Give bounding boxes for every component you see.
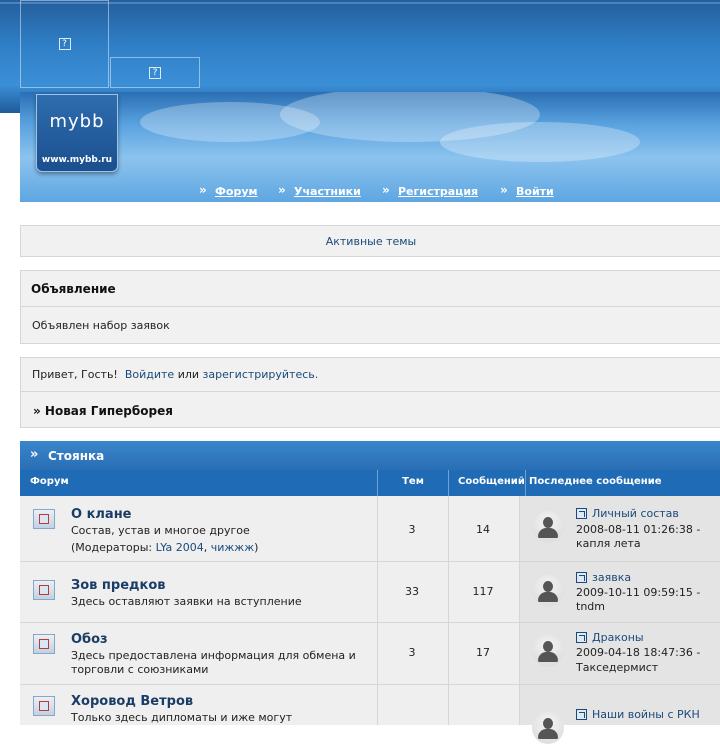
forum-moderators: (Модераторы: LYa 2004, чижжж) xyxy=(71,541,259,554)
goto-post-icon[interactable] xyxy=(576,632,587,643)
broken-image-placeholder: ? xyxy=(20,0,109,88)
login-link[interactable]: Войдите xyxy=(125,368,174,381)
greeting-text: Привет, Гость! xyxy=(32,368,118,381)
double-chevron-icon: » xyxy=(278,183,286,197)
divider xyxy=(21,391,720,392)
logo-text: mybb xyxy=(49,111,105,132)
last-post-link[interactable]: Наши войны с РКН xyxy=(592,708,700,721)
double-chevron-icon: » xyxy=(30,447,39,462)
forum-link[interactable]: Зов предков xyxy=(71,578,166,593)
post-count: 14 xyxy=(476,523,490,536)
breadcrumb[interactable]: » Новая Гиперборея xyxy=(33,404,173,418)
forum-table-header: Форум Тем Сообщений Последнее сообщение xyxy=(20,470,720,496)
active-topics-bar: Активные темы xyxy=(20,225,720,257)
goto-post-icon[interactable] xyxy=(576,709,587,720)
last-post-link[interactable]: Личный состав xyxy=(592,507,679,520)
topic-count: 33 xyxy=(405,585,419,598)
announcement-box: Объявление Объявлен набор заявок xyxy=(20,270,720,344)
broken-image-icon: ? xyxy=(149,66,161,79)
nav-login-link[interactable]: Войти xyxy=(516,185,554,198)
moderators-close: ) xyxy=(254,541,259,554)
nav-forum-link[interactable]: Форум xyxy=(215,185,258,198)
last-post-author: tndm xyxy=(576,600,605,613)
cloud-decoration xyxy=(440,122,640,162)
divider xyxy=(448,685,449,725)
post-count: 117 xyxy=(472,585,494,598)
moderators-label: (Модераторы: xyxy=(71,541,153,554)
announcement-title: Объявление xyxy=(31,282,116,296)
moderator-link[interactable]: LYa 2004 xyxy=(156,541,204,554)
main-nav: » Форум » Участники » Регистрация » Войт… xyxy=(20,180,720,202)
last-post-link[interactable]: заявка xyxy=(592,571,631,584)
last-post-date: 2009-10-11 09:59:15 - xyxy=(576,586,701,599)
double-chevron-icon: » xyxy=(199,183,207,197)
broken-image-icon: ? xyxy=(58,38,71,50)
forum-status-icon xyxy=(33,634,55,654)
nav-register-link[interactable]: Регистрация xyxy=(398,185,478,198)
divider xyxy=(519,623,520,684)
broken-image-placeholder: ? xyxy=(110,57,200,88)
divider xyxy=(519,685,520,725)
goto-post-icon[interactable] xyxy=(576,508,587,519)
forum-description: Здесь предоставлена информация для обмен… xyxy=(71,649,356,662)
last-post-link[interactable]: Драконы xyxy=(592,631,644,644)
moderator-link[interactable]: чижжж xyxy=(211,541,254,554)
divider xyxy=(377,685,378,725)
post-count: 17 xyxy=(476,646,490,659)
last-post-author: капля лета xyxy=(576,537,641,550)
last-post-author: Такседермист xyxy=(576,661,659,674)
logo-url: www.mybb.ru xyxy=(41,155,113,165)
or-text: или xyxy=(177,368,200,381)
site-logo[interactable]: mybb www.mybb.ru xyxy=(36,94,118,172)
topic-count: 3 xyxy=(408,646,416,659)
user-avatar-icon xyxy=(532,712,564,744)
topic-count: 3 xyxy=(408,523,416,536)
category-title: Стоянка xyxy=(48,449,105,463)
active-topics-link[interactable]: Активные темы xyxy=(21,235,720,248)
double-chevron-icon: » xyxy=(382,183,390,197)
forum-description: Здесь оставляют заявки на вступление xyxy=(71,595,302,608)
forum-link[interactable]: Обоз xyxy=(71,632,108,647)
forum-status-icon xyxy=(33,580,55,600)
forum-status-icon xyxy=(33,509,55,529)
double-chevron-icon: » xyxy=(500,183,508,197)
nav-members-link[interactable]: Участники xyxy=(294,185,361,198)
forum-description: торговли с союзниками xyxy=(71,663,209,676)
divider xyxy=(21,306,720,307)
divider xyxy=(519,496,520,561)
forum-link[interactable]: О клане xyxy=(71,507,132,522)
goto-post-icon[interactable] xyxy=(576,572,587,583)
column-header-posts: Сообщений xyxy=(448,470,524,496)
divider xyxy=(519,562,520,622)
user-avatar-icon xyxy=(532,635,564,667)
last-post-date: 2009-04-18 18:47:36 - xyxy=(576,646,701,659)
forum-description: Состав, устав и многое другое xyxy=(71,524,250,537)
forum-status-icon xyxy=(33,696,55,716)
forum-link[interactable]: Хоровод Ветров xyxy=(71,694,193,709)
category-header: » Стоянка xyxy=(20,441,720,470)
column-header-topics: Тем xyxy=(377,470,448,496)
user-avatar-icon xyxy=(532,511,564,543)
announcement-body: Объявлен набор заявок xyxy=(32,319,170,332)
column-header-last-post: Последнее сообщение xyxy=(525,470,662,496)
welcome-box: Привет, Гость! Войдите или зарегистрируй… xyxy=(20,357,720,428)
forum-description: Только здесь дипломаты и иже могут xyxy=(71,711,293,724)
register-link[interactable]: зарегистрируйтесь. xyxy=(203,368,319,381)
user-avatar-icon xyxy=(532,575,564,607)
column-header-forum: Форум xyxy=(30,476,69,487)
last-post-date: 2008-08-11 01:26:38 - xyxy=(576,523,701,536)
welcome-line: Привет, Гость! Войдите или зарегистрируй… xyxy=(32,368,318,381)
